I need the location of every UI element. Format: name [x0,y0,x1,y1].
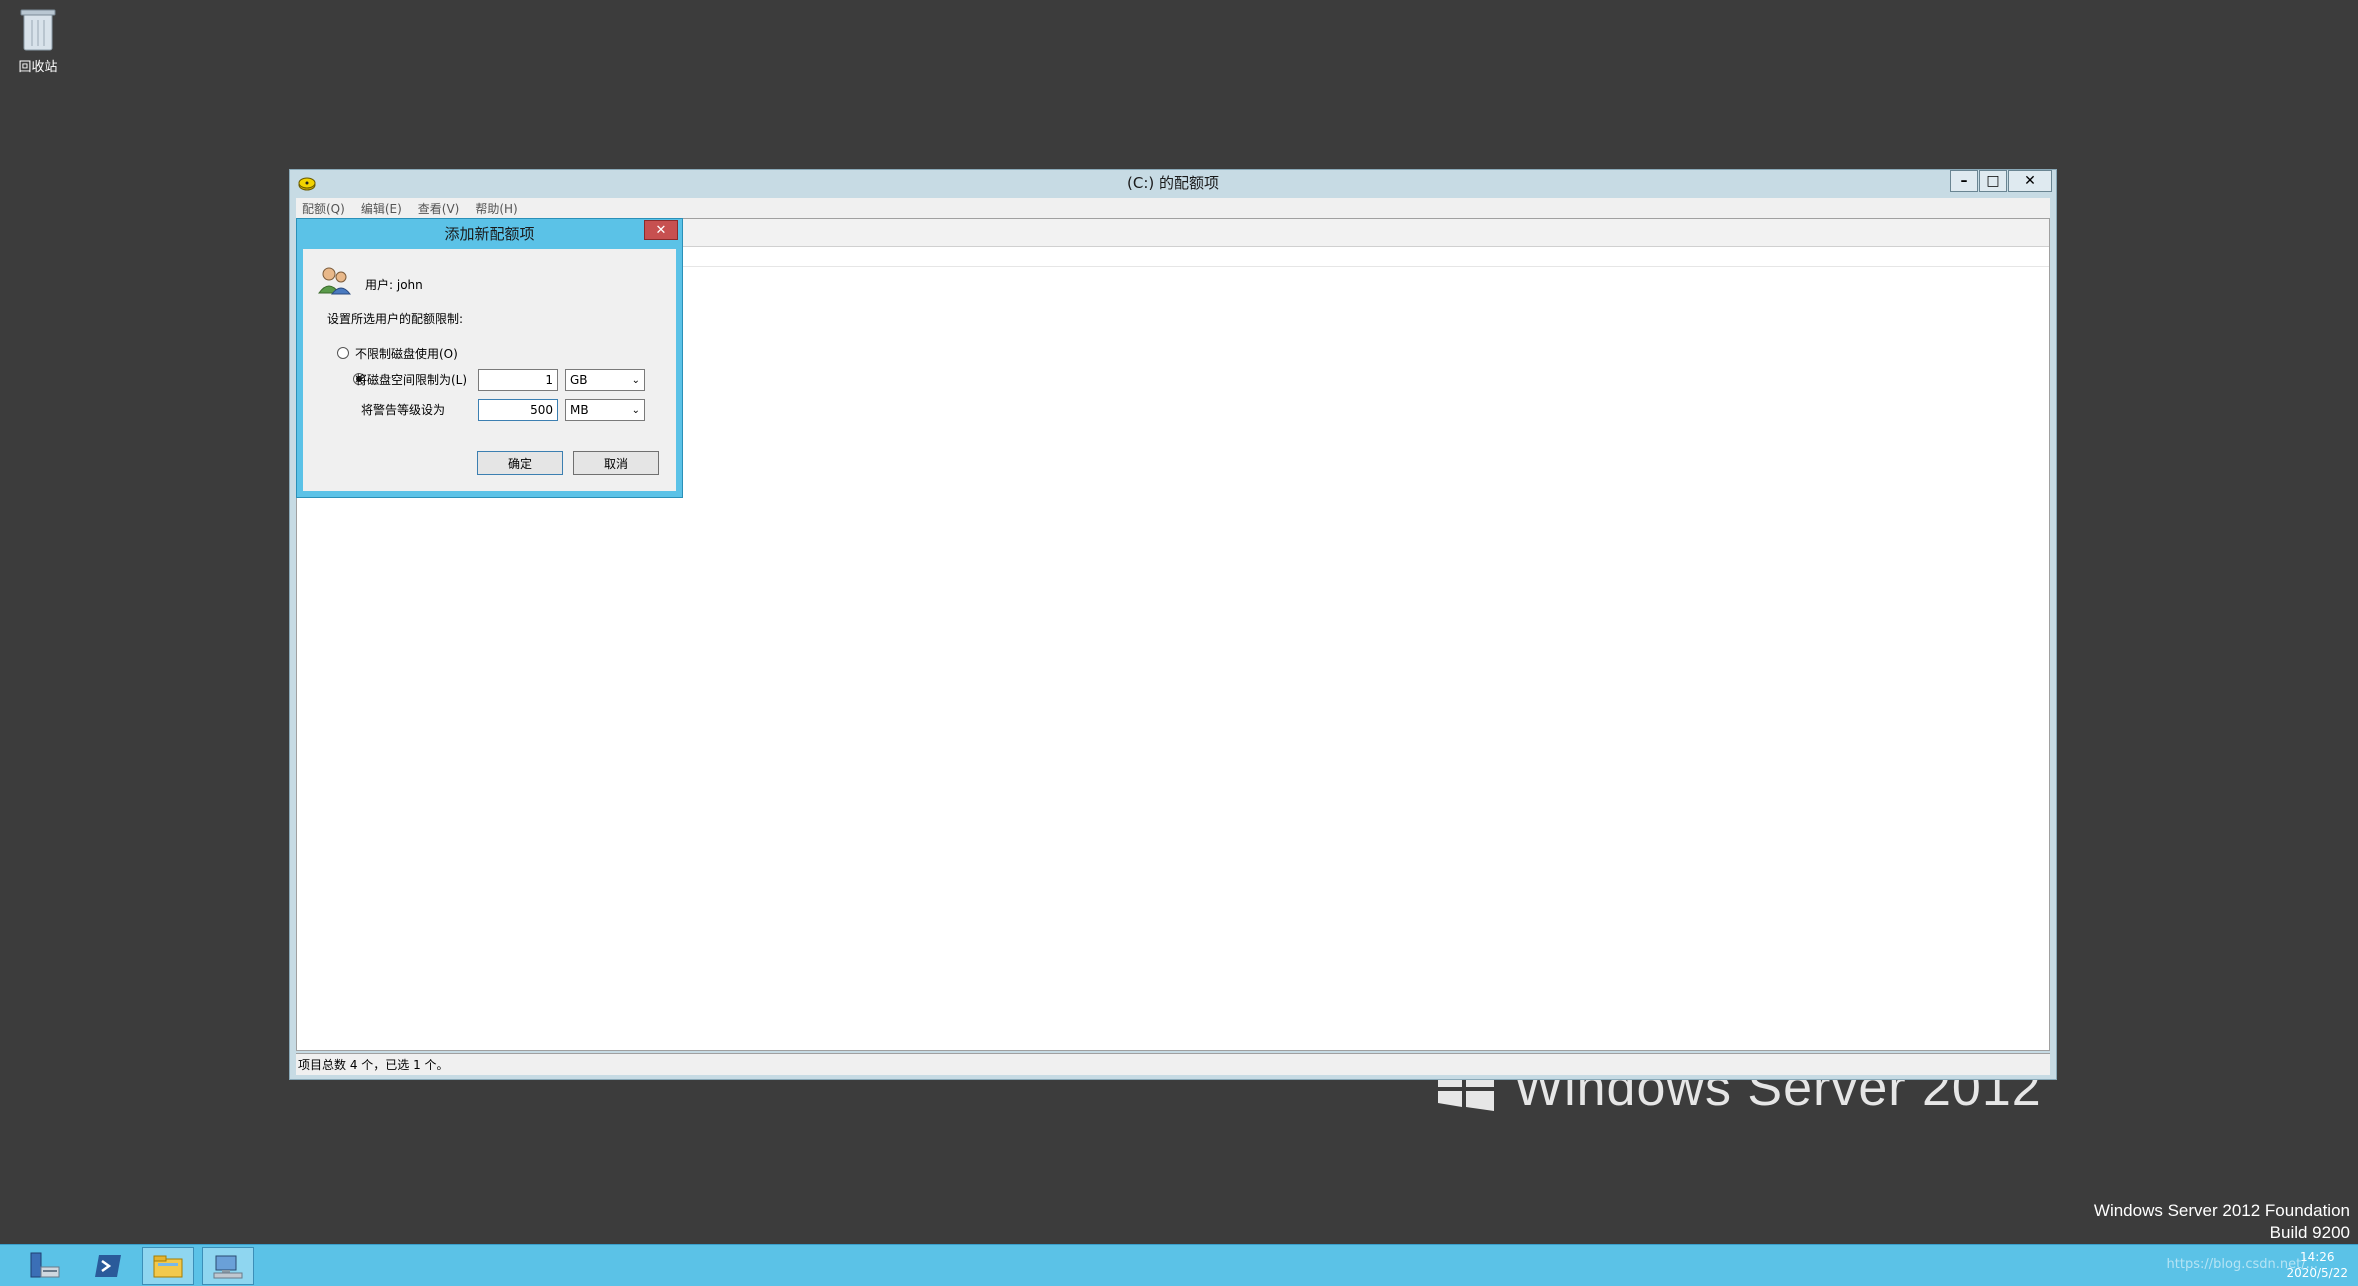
cancel-button[interactable]: 取消 [573,451,659,475]
chevron-down-icon: ⌄ [631,404,640,416]
taskbar-powershell[interactable] [82,1247,134,1285]
window-title: (C:) 的配额项 [1127,174,1219,192]
recycle-bin-icon [20,9,56,51]
taskbar-file-explorer[interactable] [142,1247,194,1285]
clock-time: 14:26 [2299,1250,2335,1264]
limit-unit-select[interactable]: GB ⌄ [565,369,645,391]
os-version-info: Windows Server 2012 Foundation Build 920… [2094,1200,2350,1244]
taskbar: https://blog.csdn.net/... 14:26 2020/5/2… [0,1244,2358,1286]
menu-view[interactable]: 查看(V) [418,200,460,217]
maximize-button[interactable]: □ [1979,170,2007,192]
taskbar-server-manager[interactable] [18,1247,70,1285]
dialog-body: 用户: john 设置所选用户的配额限制: 不限制磁盘使用(O) 将磁盘空间限制… [303,249,676,491]
os-edition: Windows Server 2012 Foundation [2093,1201,2350,1220]
user-name-label: 用户: john [365,278,423,292]
menu-quota[interactable]: 配额(Q) [302,200,345,217]
window-controls: – □ ✕ [1949,170,2052,192]
limit-disk-label[interactable]: 将磁盘空间限制为(L) [355,371,467,388]
minimize-button[interactable]: – [1950,170,1978,192]
computer-icon [213,1255,243,1279]
ok-button[interactable]: 确定 [477,451,563,475]
taskbar-clock[interactable]: 14:26 2020/5/22 [2286,1249,2348,1281]
os-build: Build 9200 [2269,1223,2350,1242]
column-header-bar [683,219,2049,247]
recycle-bin-label: 回收站 [18,60,58,75]
warning-unit-select[interactable]: MB ⌄ [565,399,645,421]
list-header-row [683,247,2049,267]
warning-level-label: 将警告等级设为 [361,403,446,417]
no-limit-label[interactable]: 不限制磁盘使用(O) [355,345,458,362]
server-manager-icon [30,1252,60,1278]
menu-help[interactable]: 帮助(H) [475,200,517,217]
close-button[interactable]: ✕ [2008,170,2052,192]
folder-icon [153,1255,183,1278]
recycle-bin-shortcut[interactable]: 回收站 [12,6,64,75]
limit-value-input[interactable] [478,369,558,391]
clock-date: 2020/5/22 [2286,1266,2348,1280]
quota-prompt: 设置所选用户的配额限制: [327,312,464,326]
powershell-icon [95,1255,121,1277]
dialog-title: 添加新配额项 [444,225,535,243]
warning-value-input[interactable] [478,399,558,421]
menu-bar: 配额(Q) 编辑(E) 查看(V) 帮助(H) [296,198,2050,218]
status-bar: 项目总数 4 个，已选 1 个。 [296,1053,2050,1075]
chevron-down-icon: ⌄ [631,374,640,386]
users-icon [317,265,353,298]
menu-edit[interactable]: 编辑(E) [361,200,402,217]
taskbar-quota-app[interactable] [202,1247,254,1285]
dialog-close-button[interactable]: ✕ [644,220,678,240]
add-quota-entry-dialog: 添加新配额项 ✕ 用户: john 设置所选用户的配额限制: 不限制磁盘使用(O… [296,218,683,498]
limit-unit-value: GB [570,373,588,387]
warning-unit-value: MB [570,403,589,417]
no-limit-radio[interactable] [337,347,349,359]
